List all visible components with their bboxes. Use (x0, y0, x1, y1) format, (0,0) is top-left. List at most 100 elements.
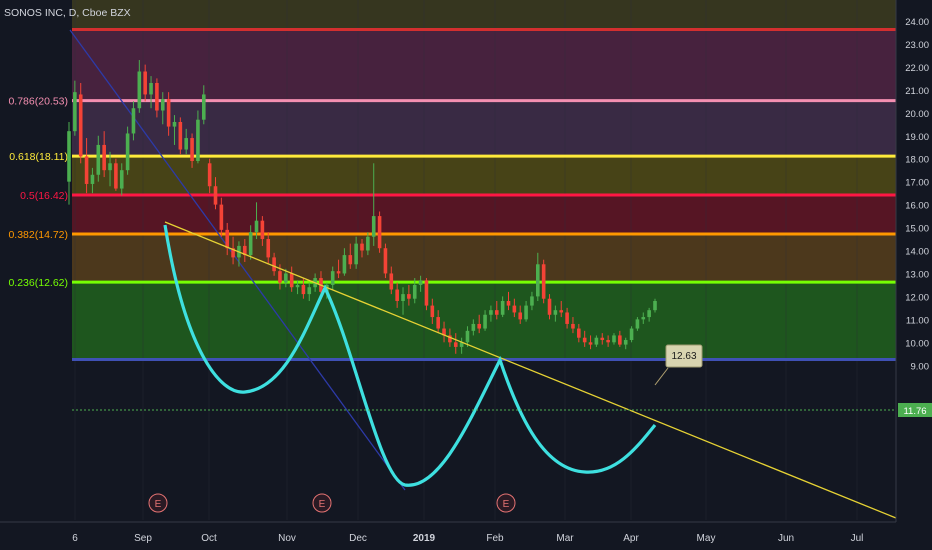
y-tick-label: 14.00 (905, 247, 929, 258)
candle-body (301, 284, 306, 295)
candle-body (166, 99, 171, 127)
candle-body (284, 273, 288, 283)
y-tick-label: 22.00 (905, 63, 929, 74)
earnings-marker-label: E (155, 499, 162, 510)
candle-body (506, 300, 511, 306)
candle-body (489, 310, 493, 315)
candle-body (342, 255, 347, 274)
candle-body (196, 119, 200, 162)
candle-body (155, 82, 159, 111)
y-tick-label: 24.00 (905, 17, 929, 28)
candle-body (588, 342, 593, 345)
chart-area[interactable]: 0.786(20.53) 0.618(18.11) 0.5(16.42) 0.382(… (0, 0, 932, 550)
candle-body (547, 298, 552, 315)
candle-body (184, 138, 188, 150)
x-tick-label: Dec (349, 533, 367, 544)
candle-body (541, 264, 546, 299)
candle-body (131, 108, 136, 134)
candle-body (500, 300, 505, 315)
fib-band-top (72, 0, 896, 30)
candle-body (582, 337, 587, 343)
fib-level-label: 0.5(16.42) (20, 190, 68, 202)
candle-body (295, 284, 300, 288)
candle-body (600, 337, 605, 341)
candle-body (266, 239, 271, 258)
fib-band (72, 233, 896, 283)
candle-body (641, 317, 646, 320)
candle-body (248, 232, 253, 256)
price-callout-label: 12.63 (671, 351, 696, 362)
candle-body (524, 305, 528, 320)
fib-level-label: 0.618(18.11) (9, 151, 68, 163)
candle-body (635, 319, 640, 329)
fib-band (72, 100, 896, 157)
candle-body (114, 163, 118, 189)
candle-body (213, 186, 218, 205)
fib-band (72, 156, 896, 195)
candle-body (618, 335, 622, 345)
candle-body (629, 328, 634, 341)
candle-body (389, 273, 394, 290)
candle-body (143, 71, 147, 95)
candle-body (172, 121, 177, 127)
candle-body (254, 220, 259, 233)
candle-body (606, 340, 610, 343)
y-tick-label: 11.00 (906, 315, 929, 326)
candle-body (518, 312, 523, 320)
candle-body (418, 280, 423, 285)
candle-body (78, 94, 83, 157)
candle-body (377, 216, 382, 249)
candle-body (348, 255, 353, 265)
x-tick-label: Feb (486, 533, 504, 544)
candle-body (407, 294, 411, 299)
fib-band (72, 29, 896, 101)
candle-body (483, 314, 487, 329)
candle-body (453, 342, 458, 347)
candle-body (647, 310, 651, 318)
x-tick-label: Nov (278, 533, 296, 544)
fib-band (72, 194, 896, 234)
candle-body (424, 280, 429, 306)
candle-body (260, 220, 265, 240)
x-tick-label: Oct (201, 533, 217, 544)
candle-body (612, 335, 616, 343)
y-tick-label: 21.00 (905, 86, 929, 97)
candle-body (84, 156, 89, 184)
x-tick-label: Jul (851, 533, 864, 544)
candle-body (137, 71, 142, 109)
x-tick-label: May (697, 533, 716, 544)
y-tick-label: 18.00 (905, 155, 929, 166)
price-chart[interactable]: 0.786(20.53) 0.618(18.11) 0.5(16.42) 0.382(… (0, 0, 932, 550)
candle-body (383, 248, 388, 274)
candle-body (119, 170, 124, 189)
fib-level-label: 0.786(20.53) (8, 96, 68, 108)
y-tick-label: 16.00 (905, 201, 929, 212)
candle-body (272, 257, 276, 272)
earnings-marker-label: E (319, 499, 326, 510)
candle-body (577, 328, 581, 338)
candle-body (565, 312, 569, 324)
candle-body (96, 144, 101, 175)
candle-body (594, 337, 599, 345)
fib-level-label: 0.236(12.62) (8, 277, 68, 289)
candle-body (67, 131, 71, 182)
candle-body (477, 323, 481, 329)
x-tick-label: Mar (556, 533, 574, 544)
candle-body (207, 163, 212, 187)
candle-body (494, 310, 499, 315)
candle-body (330, 271, 335, 285)
candle-body (190, 138, 194, 162)
fib-level-label: 0.382(14.72) (8, 229, 68, 241)
candle-body (108, 163, 112, 171)
candle-body (366, 236, 370, 251)
candle-body (653, 300, 657, 311)
candle-body (278, 271, 282, 283)
candle-body (412, 284, 417, 299)
candle-body (395, 289, 399, 301)
candle-body (201, 94, 206, 120)
x-tick-label: Apr (623, 533, 639, 544)
x-tick-label: 2019 (413, 533, 436, 544)
candle-body (178, 121, 183, 150)
y-tick-label: 20.00 (905, 109, 929, 120)
candle-body (90, 174, 95, 184)
